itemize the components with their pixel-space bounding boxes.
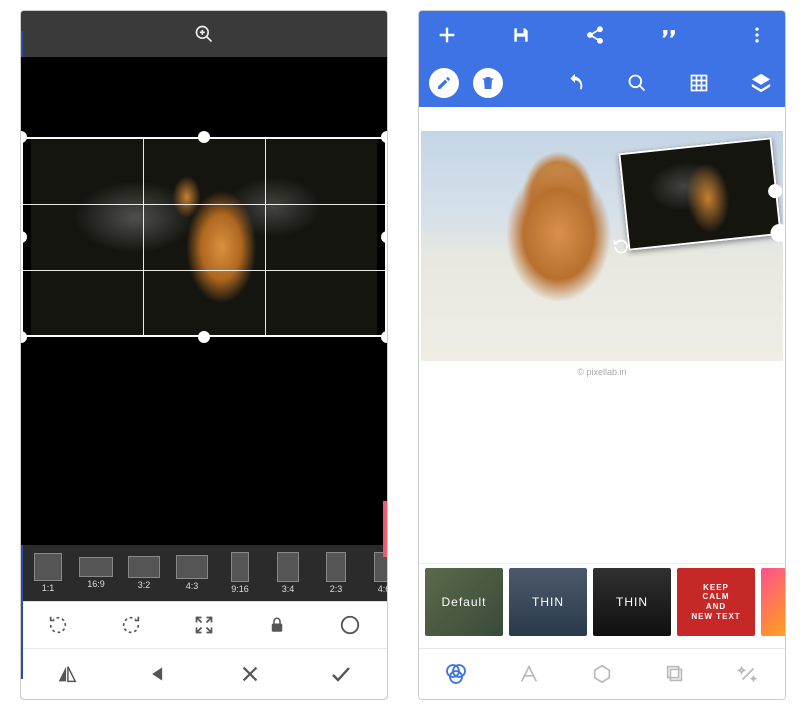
overlay-image[interactable] [618, 137, 781, 251]
zoom-icon[interactable] [623, 69, 651, 97]
crop-handle-tl[interactable] [20, 131, 27, 143]
aspect-ratio-9-16[interactable]: 9:16 [219, 552, 261, 594]
cancel-icon[interactable] [228, 652, 272, 696]
quote-icon[interactable] [655, 21, 683, 49]
aspect-ratio-3-2[interactable]: 3:2 [123, 556, 165, 590]
crop-toolrow-2 [21, 648, 387, 699]
lock-icon[interactable] [255, 603, 299, 647]
aspect-ratio-3-4[interactable]: 3:4 [267, 552, 309, 594]
nav-text-icon[interactable] [509, 654, 549, 694]
edit-button[interactable] [429, 68, 459, 98]
aspect-ratio-16-9[interactable]: 16:9 [75, 557, 117, 589]
main-toolbar-top [419, 11, 785, 59]
preset-2[interactable]: THIN [593, 568, 671, 636]
crop-toolrow-1 [21, 601, 387, 648]
delete-button[interactable] [473, 68, 503, 98]
aspect-ratio-1-1[interactable]: 1:1 [27, 553, 69, 593]
zoom-in-icon[interactable] [182, 12, 226, 56]
rotate-ccw-icon[interactable] [36, 603, 80, 647]
bottom-nav [419, 648, 785, 699]
confirm-icon[interactable] [319, 652, 363, 696]
overlay-rotate-handle[interactable] [611, 237, 631, 257]
crop-image [31, 137, 377, 337]
nav-effects-icon[interactable] [728, 654, 768, 694]
rotate-cw-icon[interactable] [109, 603, 153, 647]
aspect-ratio-row: 1:116:93:24:39:163:42:34:6 [21, 545, 387, 601]
preset-4[interactable]: ME [761, 568, 785, 636]
nav-styles-icon[interactable] [436, 654, 476, 694]
flip-horizontal-icon[interactable] [45, 652, 89, 696]
right-edge-sliver [383, 501, 388, 557]
expand-icon[interactable] [182, 603, 226, 647]
circle-crop-icon[interactable] [328, 603, 372, 647]
aspect-ratio-2-3[interactable]: 2:3 [315, 552, 357, 594]
crop-topbar [21, 11, 387, 57]
watermark-text: © pixellab.in [419, 367, 785, 377]
grid-icon[interactable] [685, 69, 713, 97]
crop-editor-screen: 1:116:93:24:39:163:42:34:6 [20, 10, 388, 700]
main-toolbar-2 [419, 59, 785, 107]
crop-handle-ml[interactable] [20, 231, 27, 243]
add-icon[interactable] [433, 21, 461, 49]
crop-handle-bl[interactable] [20, 331, 27, 343]
nav-layers-icon[interactable] [655, 654, 695, 694]
crop-canvas[interactable] [21, 57, 387, 545]
crop-handle-mr[interactable] [381, 231, 388, 243]
editor-canvas[interactable]: © pixellab.in [419, 107, 785, 563]
crop-handle-br[interactable] [381, 331, 388, 343]
undo-icon[interactable] [561, 69, 589, 97]
layers-icon[interactable] [747, 69, 775, 97]
preset-1[interactable]: THIN [509, 568, 587, 636]
crop-handle-tr[interactable] [381, 131, 388, 143]
main-editor-screen: © pixellab.in DefaultTHINTHINKEEP CALM A… [418, 10, 786, 700]
save-icon[interactable] [507, 21, 535, 49]
share-icon[interactable] [581, 21, 609, 49]
aspect-ratio-4-6[interactable]: 4:6 [363, 552, 387, 594]
aspect-ratio-4-3[interactable]: 4:3 [171, 555, 213, 591]
preset-0[interactable]: Default [425, 568, 503, 636]
preset-3[interactable]: KEEP CALM AND NEW TEXT [677, 568, 755, 636]
preset-row: DefaultTHINTHINKEEP CALM AND NEW TEXTME [419, 563, 785, 648]
back-icon[interactable] [136, 652, 180, 696]
nav-shape-icon[interactable] [582, 654, 622, 694]
more-icon[interactable] [743, 21, 771, 49]
